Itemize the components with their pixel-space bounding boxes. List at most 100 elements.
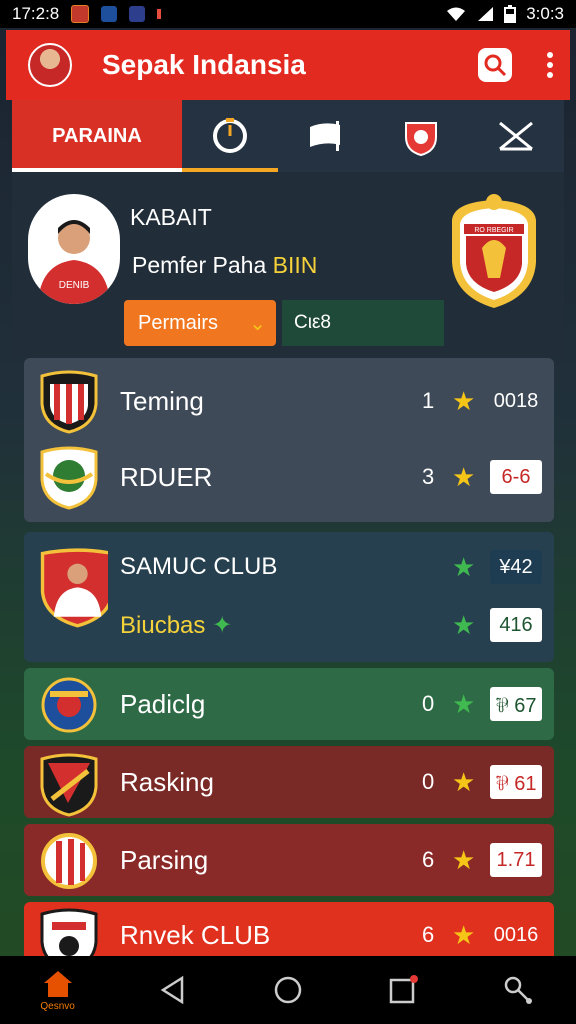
- player-subtitle-highlight: BIIN: [272, 252, 318, 278]
- star-icon[interactable]: ★: [452, 689, 475, 720]
- club-crest-icon: [40, 370, 98, 434]
- signal-icon: [478, 7, 494, 21]
- club-crest-icon: [40, 446, 98, 510]
- club-card: SAMUC CLUB ★ ¥42 Biucbas ✦ ★ 416: [24, 532, 554, 662]
- club-subname: Biucbas: [120, 611, 206, 639]
- club-score: ⅌ 67: [490, 687, 542, 721]
- club-crest-icon: [40, 753, 98, 817]
- club-row[interactable]: Padiclg 0 ★ ⅌ 67: [24, 669, 554, 739]
- tab-timer[interactable]: [182, 100, 278, 172]
- player-subtitle-main: Pemfer Paha: [132, 252, 267, 278]
- notification-app-icon: [101, 6, 118, 22]
- club-name: SAMUC CLUB: [120, 553, 278, 580]
- flag-icon: [310, 121, 341, 151]
- star-icon[interactable]: ★: [452, 920, 475, 951]
- user-avatar[interactable]: [28, 43, 72, 87]
- club-rank: 3: [422, 464, 435, 489]
- club-card: Rnvek CLUB 6 ★ 0016: [24, 902, 554, 956]
- nav-back[interactable]: [115, 975, 230, 1005]
- tab-label: PARAINA: [52, 124, 142, 147]
- club-row[interactable]: RDUER 3 ★ 6-6: [24, 442, 554, 512]
- shield-icon: [404, 122, 437, 157]
- stats-icon: [499, 121, 534, 151]
- club-crest-icon: [41, 833, 97, 889]
- club-card: Rasking 0 ★ ⅌ 61: [24, 746, 554, 818]
- club-crest-icon: [41, 677, 97, 733]
- club-rank: 6: [422, 922, 435, 947]
- club-row[interactable]: Rnvek CLUB 6 ★ 0016: [24, 902, 554, 956]
- tab-shield[interactable]: [373, 100, 469, 172]
- club-score: 1.71: [490, 843, 542, 877]
- star-icon[interactable]: ★: [452, 552, 475, 583]
- player-name: KABAIT: [130, 204, 212, 230]
- tab-stats[interactable]: [469, 100, 565, 172]
- club-row[interactable]: Biucbas ✦ ★ 416: [24, 590, 554, 660]
- club-name: Rnvek CLUB: [120, 919, 271, 950]
- club-row[interactable]: Teming 1 ★ 0018: [24, 366, 554, 436]
- club-row[interactable]: Parsing 6 ★ 1.71: [24, 825, 554, 895]
- app-bar: Sepak Indansia: [6, 30, 570, 100]
- star-icon[interactable]: ★: [452, 462, 475, 493]
- club-name: RDUER: [120, 461, 213, 492]
- club-score: 0016: [493, 923, 539, 946]
- club-crest-icon: [40, 908, 98, 956]
- club-row[interactable]: Rasking 0 ★ ⅌ 61: [24, 747, 554, 817]
- club-card: Padiclg 0 ★ ⅌ 67: [24, 668, 554, 740]
- club-rank: 0: [422, 691, 435, 716]
- nav-home-circle[interactable]: [230, 975, 345, 1005]
- club-rank: 0: [422, 769, 435, 794]
- club-score: 416: [490, 608, 542, 642]
- club-code-label: Cιε8: [294, 312, 331, 333]
- bottom-nav-bar: Qesnvo: [0, 956, 576, 1024]
- position-dropdown[interactable]: Permairs ⌄: [124, 300, 276, 346]
- club-score: ¥42: [490, 550, 542, 584]
- back-triangle-icon: [160, 975, 184, 1005]
- tab-flag[interactable]: [278, 100, 374, 172]
- club-score: 6-6: [490, 460, 542, 494]
- club-card: Teming 1 ★ 0018 RDUER 3 ★ 6-6: [24, 358, 554, 522]
- more-options-icon[interactable]: [546, 51, 554, 79]
- search-icon: [484, 54, 507, 77]
- nav-home[interactable]: Qesnvo: [0, 969, 115, 1012]
- club-name: Parsing: [120, 844, 209, 875]
- player-photo: DENIB: [28, 194, 120, 304]
- player-profile: DENIB KABAIT Pemfer Paha BIIN Permairs ⌄…: [12, 172, 564, 358]
- club-crest-icon: RO RBEGIR: [452, 194, 536, 308]
- club-name: Padiclg: [120, 688, 206, 719]
- club-name: Rasking: [120, 766, 214, 797]
- star-icon[interactable]: ★: [452, 767, 475, 798]
- home-icon: [43, 970, 72, 997]
- star-icon[interactable]: ★: [452, 386, 475, 417]
- chevron-down-icon: ⌄: [249, 312, 266, 335]
- nav-recents[interactable]: [346, 975, 461, 1005]
- club-crest-text: RO RBEGIR: [474, 227, 513, 234]
- star-icon[interactable]: ★: [452, 845, 475, 876]
- notification-app-icon: [129, 6, 146, 22]
- wifi-icon: [447, 7, 466, 21]
- jersey-text: DENIB: [59, 280, 90, 291]
- search-button[interactable]: [478, 48, 512, 82]
- recents-square-icon: [389, 975, 419, 1004]
- battery-icon: [504, 5, 517, 23]
- player-subtitle: Pemfer Paha BIIN: [132, 252, 317, 279]
- star-icon[interactable]: ★: [452, 610, 475, 641]
- club-score: ⅌ 61: [490, 765, 542, 799]
- app-title: Sepak Indansia: [102, 49, 306, 80]
- search-icon: [505, 976, 533, 1004]
- club-code-field[interactable]: Cιε8: [282, 300, 444, 346]
- club-name: Biucbas ✦: [120, 611, 232, 640]
- club-rank: 1: [422, 388, 435, 413]
- status-time: 17:2:8: [12, 4, 60, 23]
- notification-app-icon: [71, 5, 90, 23]
- status-bar: 17:2:8 3:0:3: [0, 0, 576, 28]
- club-rank: 6: [422, 847, 435, 872]
- tab-paraina[interactable]: PARAINA: [12, 100, 182, 172]
- tab-bar: PARAINA: [12, 100, 564, 172]
- club-card: Parsing 6 ★ 1.71: [24, 824, 554, 896]
- play-arrow-icon: ✦: [212, 611, 233, 639]
- club-name: Teming: [120, 385, 204, 416]
- nav-search[interactable]: [461, 974, 576, 1006]
- dropdown-label: Permairs: [138, 311, 219, 334]
- notification-dot-icon: [157, 9, 162, 19]
- nav-home-label: Qesnvo: [40, 1000, 75, 1012]
